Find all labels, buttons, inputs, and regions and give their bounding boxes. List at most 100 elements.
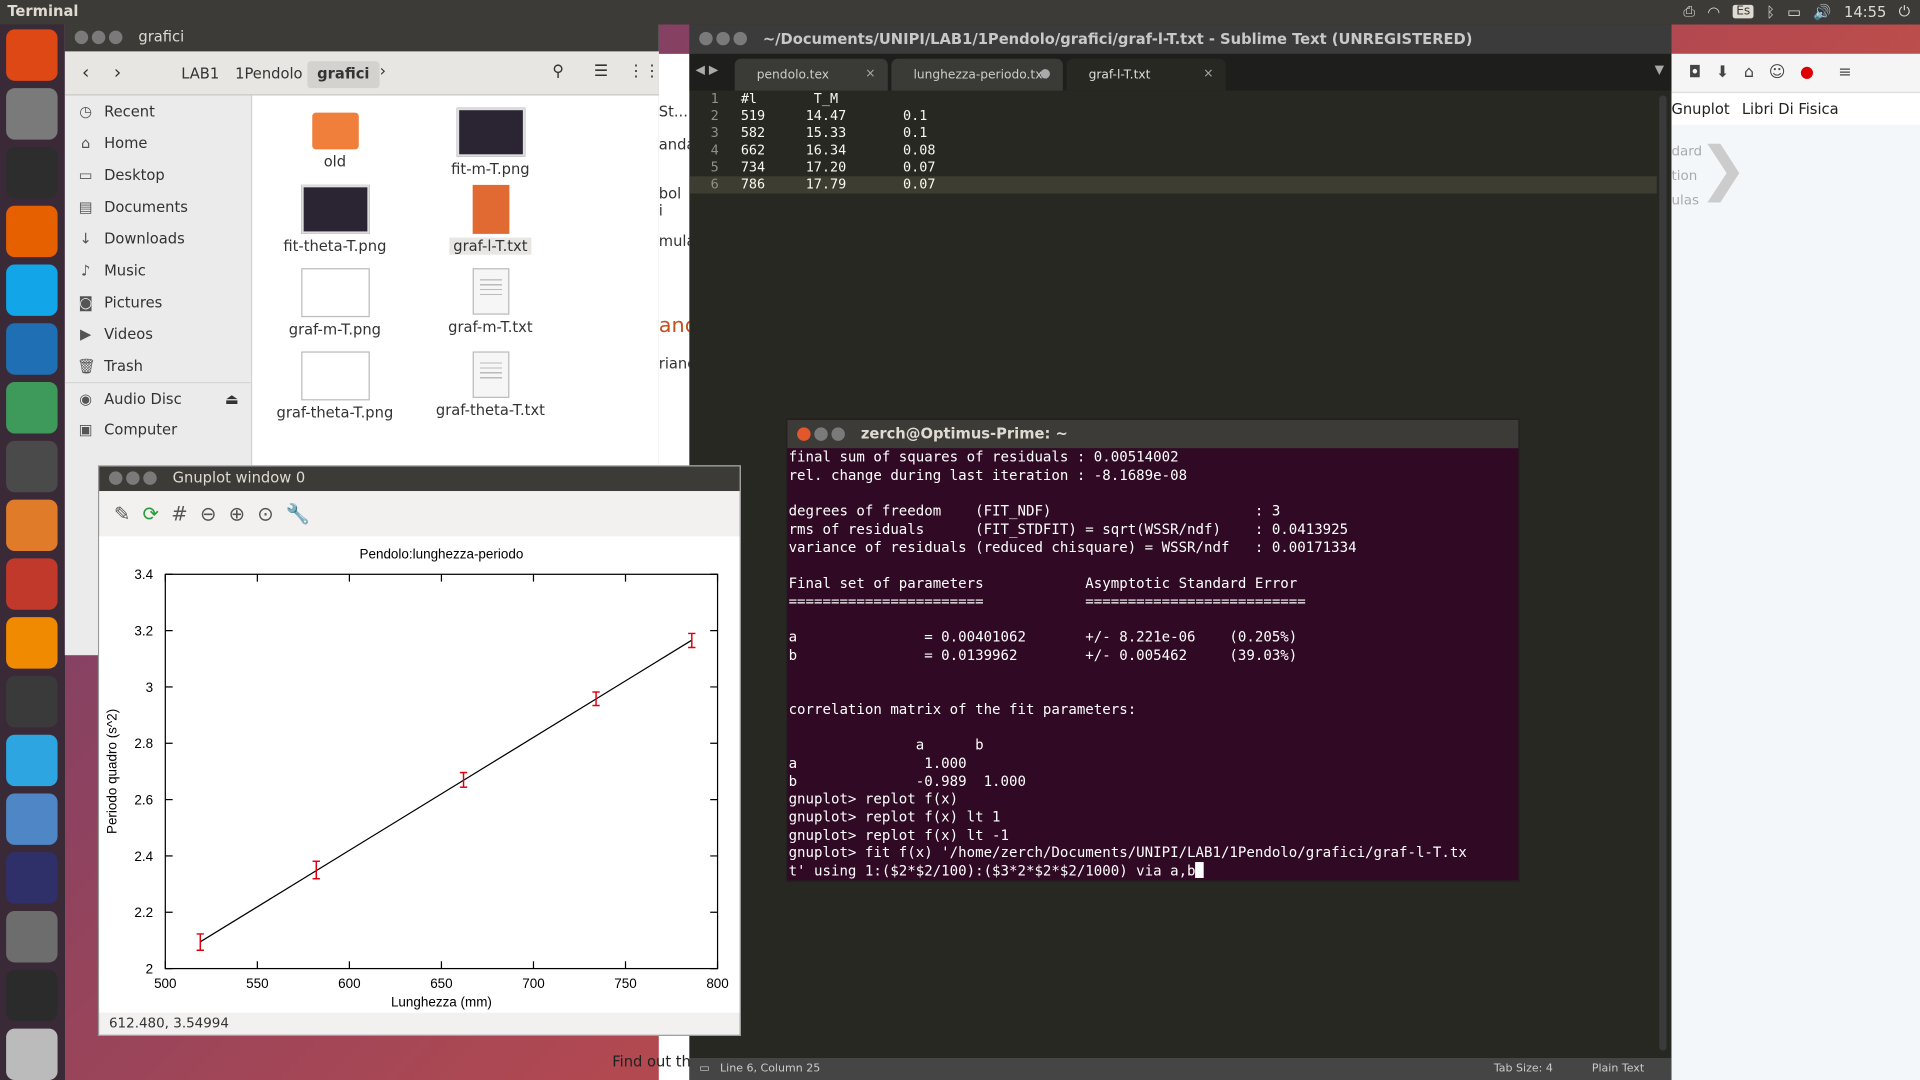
bookmark-gnuplot[interactable]: Gnuplot	[1671, 100, 1729, 117]
tab-pendolo-tex[interactable]: pendolo.tex ×	[734, 58, 888, 91]
clock[interactable]: 14:55	[1844, 3, 1886, 20]
breadcrumb-grafici[interactable]: grafici	[307, 61, 380, 89]
code-line[interactable]: 2 519 14.47 0.1	[689, 108, 1656, 125]
firefox-icon[interactable]	[6, 205, 58, 258]
sidebar-item-documents[interactable]: ▤ Documents	[65, 191, 251, 223]
bookmark-libri-di-fisica[interactable]: Libri Di Fisica	[1742, 100, 1839, 117]
editor-content[interactable]: 1 #l T_M 2 519 14.47 0.1 3 582 15.33 0.1 4 662 …	[689, 91, 1657, 194]
minimize-button[interactable]	[91, 30, 106, 45]
maximize-button[interactable]	[831, 427, 845, 441]
close-button[interactable]	[74, 30, 89, 45]
maximize-button[interactable]	[108, 30, 123, 45]
sidebar-item-desktop[interactable]: ▭ Desktop	[65, 159, 251, 191]
network-tool-icon[interactable]	[6, 675, 58, 728]
vlc-icon[interactable]	[6, 617, 58, 669]
menu-icon[interactable]: ≡	[1838, 64, 1851, 82]
kde-connect-icon[interactable]	[6, 323, 58, 375]
close-icon[interactable]: ×	[865, 67, 875, 80]
maximize-button[interactable]	[143, 471, 157, 485]
wifi-icon[interactable]: ◠	[1707, 3, 1720, 20]
file-item[interactable]: old	[258, 108, 411, 170]
bluetooth-icon[interactable]: ᛒ	[1766, 3, 1775, 20]
breadcrumb-more-icon[interactable]: ›	[380, 62, 386, 80]
ubuntu-dash-icon[interactable]	[6, 29, 58, 81]
adblock-icon[interactable]: ●	[1800, 64, 1814, 82]
chat-icon[interactable]: ☺	[1769, 64, 1786, 82]
breadcrumb-lab1[interactable]: LAB1	[171, 61, 229, 88]
file-item[interactable]: graf-l-T.txt	[414, 184, 567, 255]
tab-graf-l-t[interactable]: graf-l-T.txt ×	[1066, 58, 1226, 91]
export-icon[interactable]: ✎	[114, 501, 130, 524]
zoom-fit-icon[interactable]: ⊙	[257, 501, 273, 524]
eject-icon[interactable]: ⏏	[225, 390, 239, 407]
code-line[interactable]: 6 786 17.79 0.07	[689, 176, 1657, 194]
printer-icon[interactable]: ⎙	[1683, 2, 1695, 20]
telegram-icon[interactable]	[6, 734, 58, 787]
scrollbar[interactable]	[1659, 95, 1667, 1051]
status-panel-icon[interactable]: ▭	[699, 1058, 709, 1080]
file-item[interactable]: fit-theta-T.png	[258, 184, 411, 255]
minimize-button[interactable]	[716, 31, 730, 46]
minimize-button[interactable]	[126, 471, 140, 485]
file-item[interactable]: graf-m-T.txt	[414, 268, 567, 336]
code-line[interactable]: 4 662 16.34 0.08	[689, 142, 1656, 159]
close-icon[interactable]: ×	[1203, 67, 1213, 80]
tab-lunghezza-periodo[interactable]: lunghezza-periodo.txt ●	[891, 58, 1063, 91]
sublime-text-icon[interactable]	[6, 440, 58, 493]
maximize-button[interactable]	[733, 31, 747, 46]
chromium-icon[interactable]	[6, 793, 58, 845]
tab-nav-arrows-icon[interactable]: ◀ ▶	[696, 64, 719, 77]
system-settings-icon[interactable]	[6, 558, 58, 610]
zoom-in-icon[interactable]: ⊕	[229, 501, 245, 524]
close-button[interactable]	[108, 471, 123, 485]
replot-icon[interactable]: ⟳	[143, 501, 159, 524]
close-button[interactable]	[797, 427, 811, 441]
unsaved-dot-icon[interactable]: ●	[1040, 67, 1051, 80]
search-icon[interactable]: ⚲	[552, 62, 564, 80]
sidebar-item-computer[interactable]: ▣ Computer	[65, 414, 251, 446]
breadcrumb-1pendolo[interactable]: 1Pendolo	[225, 61, 312, 88]
sidebar-item-audio-disc[interactable]: ◉ Audio Disc ⏏	[64, 382, 252, 414]
atom-icon[interactable]	[6, 382, 58, 434]
back-arrow-icon[interactable]: ‹	[82, 61, 89, 83]
grid-icon[interactable]: #	[171, 501, 187, 524]
gnuplot-icon[interactable]	[6, 911, 58, 963]
terminal-output[interactable]: final sum of squares of residuals : 0.00…	[787, 448, 1518, 880]
settings-wrench-icon[interactable]: 🔧	[286, 501, 310, 524]
files-icon[interactable]	[6, 88, 58, 140]
code-line[interactable]: 3 582 15.33 0.1	[689, 125, 1656, 142]
file-item[interactable]: graf-theta-T.png	[258, 351, 411, 421]
accessories-icon[interactable]	[6, 852, 58, 904]
sidebar-item-videos[interactable]: ▶ Videos	[65, 318, 251, 350]
sidebar-item-home[interactable]: ⌂ Home	[65, 127, 251, 159]
file-item[interactable]: graf-m-T.png	[258, 268, 411, 338]
close-button[interactable]	[699, 31, 713, 46]
terminal-icon[interactable]	[6, 146, 58, 199]
pocket-icon[interactable]: ◘	[1689, 64, 1702, 82]
volume-icon[interactable]: 🔊	[1813, 3, 1831, 20]
sidebar-item-recent[interactable]: ◷ Recent	[65, 96, 251, 128]
list-view-icon[interactable]: ☰	[594, 62, 608, 80]
battery-icon[interactable]: ▭	[1787, 3, 1801, 20]
minimize-button[interactable]	[814, 427, 828, 441]
graph-app-icon[interactable]	[6, 969, 58, 1022]
home-icon[interactable]: ⌂	[1744, 64, 1754, 82]
plot-area[interactable]: 500 550 600 650 700 750 800 2 2.2 2.4 2.6 2.8 3 3.2 3.…	[99, 536, 740, 1013]
sidebar-item-pictures[interactable]: ◙ Pictures	[65, 287, 251, 319]
keyboard-layout[interactable]: Es	[1732, 4, 1754, 19]
file-item[interactable]: fit-m-T.png	[414, 107, 567, 178]
tab-dropdown-icon[interactable]: ▼	[1655, 64, 1664, 77]
software-center-icon[interactable]	[6, 499, 58, 552]
next-arrow-icon[interactable]: ❯	[1698, 135, 1747, 204]
sidebar-item-trash[interactable]: 🗑 Trash	[65, 350, 251, 382]
download-icon[interactable]: ⬇	[1716, 64, 1729, 82]
sidebar-item-downloads[interactable]: ↓ Downloads	[65, 223, 251, 255]
power-icon[interactable]: ⏻	[1899, 2, 1911, 20]
skype-icon[interactable]	[6, 264, 58, 316]
code-line[interactable]: 1 #l T_M	[689, 91, 1656, 108]
sidebar-item-music[interactable]: ♪ Music	[65, 255, 251, 287]
syntax-mode[interactable]: Plain Text	[1592, 1058, 1644, 1080]
file-item[interactable]: graf-theta-T.txt	[414, 351, 567, 419]
forward-arrow-icon[interactable]: ›	[114, 61, 121, 83]
zoom-out-icon[interactable]: ⊖	[200, 501, 216, 524]
